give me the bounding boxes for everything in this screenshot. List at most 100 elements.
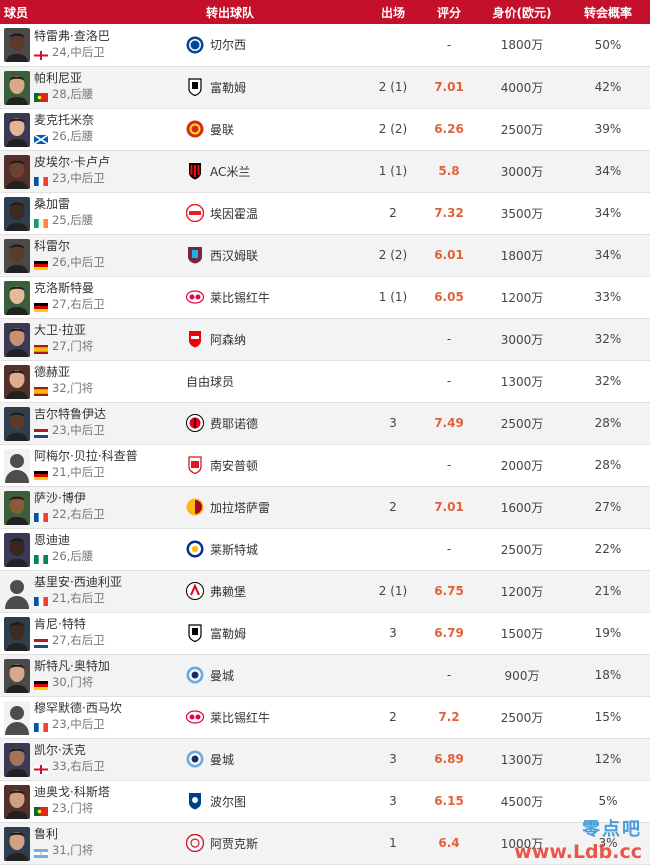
player-name[interactable]: 麦克托米奈 <box>34 113 180 128</box>
team-link[interactable]: 切尔西 <box>186 36 330 54</box>
rating-cell: 6.15 <box>420 780 478 823</box>
team-link[interactable]: 莱比锡红牛 <box>186 288 330 306</box>
player-age: 30 <box>52 675 67 689</box>
team-link[interactable]: 埃因霍温 <box>186 204 330 222</box>
player-name[interactable]: 萨沙·博伊 <box>34 491 180 506</box>
table-row[interactable]: 麦克托米奈 26, 后腰 曼联 2 (2) 6.26 2500万 39% <box>0 108 650 151</box>
player-avatar[interactable] <box>4 196 30 231</box>
table-row[interactable]: 斯特凡·奥特加 30, 门将 曼城 -900万 18% <box>0 654 650 697</box>
rating-cell: 6.75 <box>420 570 478 613</box>
team-link[interactable]: 自由球员 <box>186 373 330 390</box>
table-row[interactable]: 穆罕默德·西马坎 23, 中后卫 莱比锡红牛 2 7.2 2500万 15% <box>0 696 650 739</box>
team-link[interactable]: 莱斯特城 <box>186 540 330 558</box>
apps-cell: 1 (1) <box>330 276 420 319</box>
player-avatar[interactable] <box>4 448 30 483</box>
table-row[interactable]: 鲁利 31, 门将 阿贾克斯 1 6.4 1000万 3% <box>0 822 650 865</box>
team-link[interactable]: 南安普顿 <box>186 456 330 474</box>
team-link[interactable]: 西汉姆联 <box>186 246 330 264</box>
player-avatar[interactable] <box>4 826 30 861</box>
player-avatar[interactable] <box>4 574 30 609</box>
table-row[interactable]: 德赫亚 32, 门将 自由球员 -1300万 32% <box>0 360 650 403</box>
table-row[interactable]: 大卫·拉亚 27, 门将 阿森纳 -3000万 32% <box>0 318 650 361</box>
player-name[interactable]: 科雷尔 <box>34 239 180 254</box>
player-name[interactable]: 斯特凡·奥特加 <box>34 659 180 674</box>
player-avatar[interactable] <box>4 700 30 735</box>
team-link[interactable]: 曼城 <box>186 666 330 684</box>
player-name[interactable]: 吉尔特鲁伊达 <box>34 407 180 422</box>
player-avatar[interactable] <box>4 238 30 273</box>
player-name[interactable]: 凯尔·沃克 <box>34 743 180 758</box>
table-row[interactable]: 帕利尼亚 28, 后腰 富勒姆 2 (1) 7.01 4000万 42% <box>0 66 650 109</box>
player-avatar[interactable] <box>4 658 30 693</box>
player-age: 21 <box>52 591 67 605</box>
player-name[interactable]: 迪奥戈·科斯塔 <box>34 785 180 800</box>
player-name[interactable]: 鲁利 <box>34 827 180 842</box>
player-name[interactable]: 桑加雷 <box>34 197 180 212</box>
probability-cell: 18% <box>566 654 650 697</box>
player-avatar[interactable] <box>4 742 30 777</box>
table-row[interactable]: 吉尔特鲁伊达 23, 中后卫 费耶诺德 3 7.49 2500万 28% <box>0 402 650 445</box>
player-avatar[interactable] <box>4 364 30 399</box>
team-link[interactable]: 莱比锡红牛 <box>186 708 330 726</box>
team-cell: 莱比锡红牛 <box>180 696 330 739</box>
player-name[interactable]: 帕利尼亚 <box>34 71 180 86</box>
player-avatar[interactable] <box>4 280 30 315</box>
germany-flag-icon <box>34 300 48 312</box>
table-row[interactable]: 肯尼·特特 27, 右后卫 富勒姆 3 6.79 1500万 19% <box>0 612 650 655</box>
table-row[interactable]: 基里安·西迪利亚 21, 右后卫 弗赖堡 2 (1) 6.75 1200万 21% <box>0 570 650 613</box>
player-avatar[interactable] <box>4 616 30 651</box>
header-player[interactable]: 球员 <box>0 0 180 24</box>
team-link[interactable]: AC米兰 <box>186 162 330 180</box>
header-apps[interactable]: 出场 <box>330 0 420 24</box>
table-row[interactable]: 迪奥戈·科斯塔 23, 门将 波尔图 3 6.15 4500万 5% <box>0 780 650 823</box>
player-avatar[interactable] <box>4 112 30 147</box>
table-row[interactable]: 桑加雷 25, 后腰 埃因霍温 2 7.32 3500万 34% <box>0 192 650 235</box>
table-row[interactable]: 科雷尔 26, 中后卫 西汉姆联 2 (2) 6.01 1800万 34% <box>0 234 650 277</box>
table-row[interactable]: 特雷弗·查洛巴 24, 中后卫 切尔西 -1800万 50% <box>0 24 650 67</box>
table-row[interactable]: 恩迪迪 26, 后腰 莱斯特城 -2500万 22% <box>0 528 650 571</box>
player-info: 23, 中后卫 <box>34 170 180 187</box>
player-name[interactable]: 特雷弗·查洛巴 <box>34 29 180 44</box>
player-avatar[interactable] <box>4 406 30 441</box>
player-name[interactable]: 恩迪迪 <box>34 533 180 548</box>
player-name[interactable]: 穆罕默德·西马坎 <box>34 701 180 716</box>
player-avatar[interactable] <box>4 70 30 105</box>
player-avatar[interactable] <box>4 154 30 189</box>
table-row[interactable]: 皮埃尔·卡卢卢 23, 中后卫 AC米兰 1 (1) 5.8 3000万 34% <box>0 150 650 193</box>
player-avatar[interactable] <box>4 784 30 819</box>
header-rating[interactable]: 评分 <box>420 0 478 24</box>
player-name[interactable]: 基里安·西迪利亚 <box>34 575 180 590</box>
player-avatar[interactable] <box>4 490 30 525</box>
table-row[interactable]: 凯尔·沃克 33, 右后卫 曼城 3 6.89 1300万 12% <box>0 738 650 781</box>
apps-cell: 2 (2) <box>330 234 420 277</box>
player-avatar[interactable] <box>4 322 30 357</box>
team-link[interactable]: 曼联 <box>186 120 330 138</box>
team-link[interactable]: 费耶诺德 <box>186 414 330 432</box>
team-link[interactable]: 阿森纳 <box>186 330 330 348</box>
team-link[interactable]: 波尔图 <box>186 792 330 810</box>
player-age: 21 <box>52 465 67 479</box>
player-name[interactable]: 德赫亚 <box>34 365 180 380</box>
team-link[interactable]: 富勒姆 <box>186 78 330 96</box>
team-link[interactable]: 弗赖堡 <box>186 582 330 600</box>
player-name[interactable]: 肯尼·特特 <box>34 617 180 632</box>
table-row[interactable]: 克洛斯特曼 27, 右后卫 莱比锡红牛 1 (1) 6.05 1200万 33% <box>0 276 650 319</box>
player-name[interactable]: 克洛斯特曼 <box>34 281 180 296</box>
player-name[interactable]: 皮埃尔·卡卢卢 <box>34 155 180 170</box>
rating-cell: - <box>420 654 478 697</box>
chelsea-badge-icon <box>186 36 204 54</box>
player-name[interactable]: 大卫·拉亚 <box>34 323 180 338</box>
team-link[interactable]: 曼城 <box>186 750 330 768</box>
team-link[interactable]: 富勒姆 <box>186 624 330 642</box>
player-info: 33, 右后卫 <box>34 758 180 775</box>
header-value[interactable]: 身价(欧元) <box>478 0 566 24</box>
header-prob[interactable]: 转会概率 <box>566 0 650 24</box>
team-link[interactable]: 阿贾克斯 <box>186 834 330 852</box>
player-avatar[interactable] <box>4 28 30 62</box>
table-row[interactable]: 阿梅尔·贝拉·科查普 21, 中后卫 南安普顿 -2000万 28% <box>0 444 650 487</box>
player-name[interactable]: 阿梅尔·贝拉·科查普 <box>34 449 180 464</box>
player-avatar[interactable] <box>4 532 30 567</box>
team-link[interactable]: 加拉塔萨雷 <box>186 498 330 516</box>
header-team[interactable]: 转出球队 <box>180 0 330 24</box>
table-row[interactable]: 萨沙·博伊 22, 右后卫 加拉塔萨雷 2 7.01 1600万 27% <box>0 486 650 529</box>
